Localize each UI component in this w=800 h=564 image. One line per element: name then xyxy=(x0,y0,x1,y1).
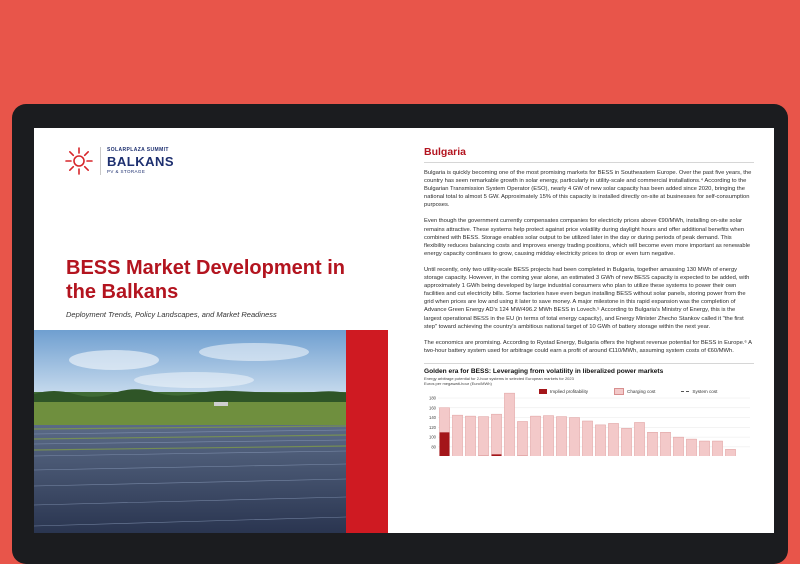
bar-charging-cost xyxy=(569,417,579,455)
bar-charging-cost xyxy=(478,416,488,455)
chart-plot: 180 160 140 120 100 80 xyxy=(424,386,754,456)
bar-charging-cost xyxy=(673,437,683,456)
bar-charging-cost xyxy=(504,393,514,456)
bess-chart: Implied profitability Charging cost Syst… xyxy=(424,386,754,456)
bar-charging-cost xyxy=(491,414,501,454)
solar-farm-photo xyxy=(34,330,346,533)
y-tick-label: 140 xyxy=(429,415,437,420)
logo-sub-text: PV & STORAGE xyxy=(107,170,174,175)
document-title: BESS Market Development in the Balkans xyxy=(66,256,366,304)
sun-logo-icon xyxy=(64,146,94,176)
logo-wordmark: SOLARPLAZA SUMMIT BALKANS PV & STORAGE xyxy=(107,148,174,175)
cover-column: SOLARPLAZA SUMMIT BALKANS PV & STORAGE B… xyxy=(34,128,388,533)
logo-top-text: SOLARPLAZA SUMMIT xyxy=(107,148,174,153)
y-tick-label: 160 xyxy=(429,405,437,410)
document-page: SOLARPLAZA SUMMIT BALKANS PV & STORAGE B… xyxy=(34,128,774,533)
logo-main-text: BALKANS xyxy=(107,155,174,168)
bar-charging-cost xyxy=(621,428,631,456)
document-subtitle: Deployment Trends, Policy Landscapes, an… xyxy=(66,310,277,319)
bar-implied-profitability xyxy=(491,454,501,456)
y-tick-label: 180 xyxy=(429,395,437,400)
bar-charging-cost xyxy=(465,416,475,456)
chart-title: Golden era for BESS: Leveraging from vol… xyxy=(424,363,754,375)
paragraph: Bulgaria is quickly becoming one of the … xyxy=(424,169,754,209)
bar-charging-cost xyxy=(517,421,527,455)
bar-charging-cost xyxy=(530,416,540,456)
bar-charging-cost xyxy=(699,441,709,456)
bar-charging-cost xyxy=(452,415,462,456)
bar-charging-cost xyxy=(660,432,670,456)
bar-charging-cost xyxy=(634,422,644,456)
bar-charging-cost xyxy=(608,423,618,456)
summit-logo: SOLARPLAZA SUMMIT BALKANS PV & STORAGE xyxy=(64,146,174,176)
paragraph: The economics are promising. According t… xyxy=(424,339,754,355)
bar-charging-cost xyxy=(647,432,657,456)
bar-charging-cost xyxy=(582,421,592,456)
logo-divider xyxy=(100,147,101,175)
section-title: Bulgaria xyxy=(424,146,754,163)
bar-implied-profitability xyxy=(439,432,449,456)
bar-charging-cost xyxy=(595,425,605,456)
y-tick-label: 120 xyxy=(429,425,437,430)
red-accent-band xyxy=(346,330,388,533)
bar-charging-cost xyxy=(712,441,722,456)
y-tick-label: 100 xyxy=(429,434,437,439)
bar-charging-cost xyxy=(439,408,449,432)
bar-charging-cost xyxy=(556,416,566,455)
bar-charging-cost xyxy=(725,449,735,456)
y-tick-label: 80 xyxy=(431,444,436,449)
bar-charging-cost xyxy=(543,415,553,455)
bar-charging-cost xyxy=(686,439,696,456)
paragraph: Even though the government currently com… xyxy=(424,217,754,257)
content-column: Bulgaria Bulgaria is quickly becoming on… xyxy=(424,146,754,456)
paragraph: Until recently, only two utility-scale B… xyxy=(424,266,754,331)
